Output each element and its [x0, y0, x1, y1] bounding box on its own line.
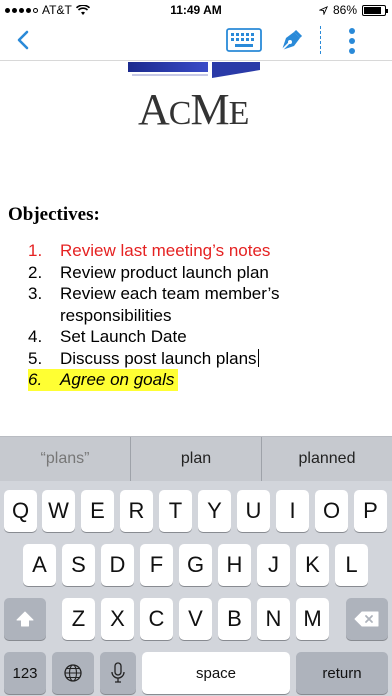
return-key[interactable]: return — [296, 652, 388, 694]
objectives-list: 1. Review last meeting’s notes 2. Review p… — [28, 240, 328, 391]
nav-divider — [320, 26, 321, 54]
key-w[interactable]: W — [42, 490, 75, 532]
key-g[interactable]: G — [179, 544, 212, 586]
space-key[interactable]: space — [142, 652, 290, 694]
list-item: 5. Discuss post launch plans — [28, 348, 259, 368]
key-r[interactable]: R — [120, 490, 153, 532]
key-c[interactable]: C — [140, 598, 173, 640]
key-j[interactable]: J — [257, 544, 290, 586]
list-item: 3. Review each team member’s responsibili… — [28, 284, 280, 325]
document-page[interactable]: ACME Objectives: 1. Review last meeting’s… — [0, 62, 392, 436]
list-item: 2. Review product launch plan — [28, 262, 269, 282]
text-cursor — [257, 348, 259, 367]
battery-icon — [362, 4, 388, 16]
backspace-icon — [354, 611, 379, 627]
pen-icon[interactable] — [276, 26, 304, 56]
prediction-1[interactable]: “plans” — [0, 437, 130, 481]
battery-level — [364, 6, 382, 14]
acme-wordmark: ACME — [138, 85, 249, 134]
key-x[interactable]: X — [101, 598, 134, 640]
microphone-icon — [111, 662, 125, 683]
key-z[interactable]: Z — [62, 598, 95, 640]
key-d[interactable]: D — [101, 544, 134, 586]
key-s[interactable]: S — [62, 544, 95, 586]
predictive-bar: “plans” plan planned — [0, 436, 392, 481]
key-v[interactable]: V — [179, 598, 212, 640]
key-p[interactable]: P — [354, 490, 387, 532]
objectives-heading: Objectives: — [8, 204, 100, 225]
status-bar: AT&T 11:49 AM 86% — [0, 0, 392, 20]
battery-percent: 86% — [332, 3, 357, 17]
location-arrow-icon — [318, 5, 328, 15]
prediction-3[interactable]: planned — [261, 437, 392, 481]
keyboard: “plans” plan planned Q W E R T Y U I O P… — [0, 436, 392, 696]
list-item: 4. Set Launch Date — [28, 327, 187, 346]
key-n[interactable]: N — [257, 598, 290, 640]
shift-key[interactable] — [4, 598, 46, 640]
key-t[interactable]: T — [159, 490, 192, 532]
globe-icon — [64, 664, 82, 682]
key-u[interactable]: U — [237, 490, 270, 532]
more-vertical-icon[interactable] — [340, 24, 364, 58]
back-chevron-icon[interactable] — [10, 26, 38, 54]
key-a[interactable]: A — [23, 544, 56, 586]
key-k[interactable]: K — [296, 544, 329, 586]
key-m[interactable]: M — [296, 598, 329, 640]
prediction-2[interactable]: plan — [130, 437, 261, 481]
dictation-key[interactable] — [100, 652, 136, 694]
list-item-highlighted: 6. Agree on goals — [28, 369, 179, 391]
key-l[interactable]: L — [335, 544, 368, 586]
key-h[interactable]: H — [218, 544, 251, 586]
numbers-key[interactable]: 123 — [4, 652, 46, 694]
list-item: 1. Review last meeting’s notes — [28, 241, 271, 260]
globe-key[interactable] — [52, 652, 94, 694]
status-right: 86% — [318, 3, 388, 17]
nav-bar — [0, 20, 392, 61]
shift-icon — [16, 611, 34, 627]
keyboard-icon[interactable] — [226, 28, 262, 54]
key-y[interactable]: Y — [198, 490, 231, 532]
key-i[interactable]: I — [276, 490, 309, 532]
delete-key[interactable] — [346, 598, 388, 640]
key-e[interactable]: E — [81, 490, 114, 532]
key-f[interactable]: F — [140, 544, 173, 586]
key-b[interactable]: B — [218, 598, 251, 640]
key-o[interactable]: O — [315, 490, 348, 532]
key-q[interactable]: Q — [4, 490, 37, 532]
